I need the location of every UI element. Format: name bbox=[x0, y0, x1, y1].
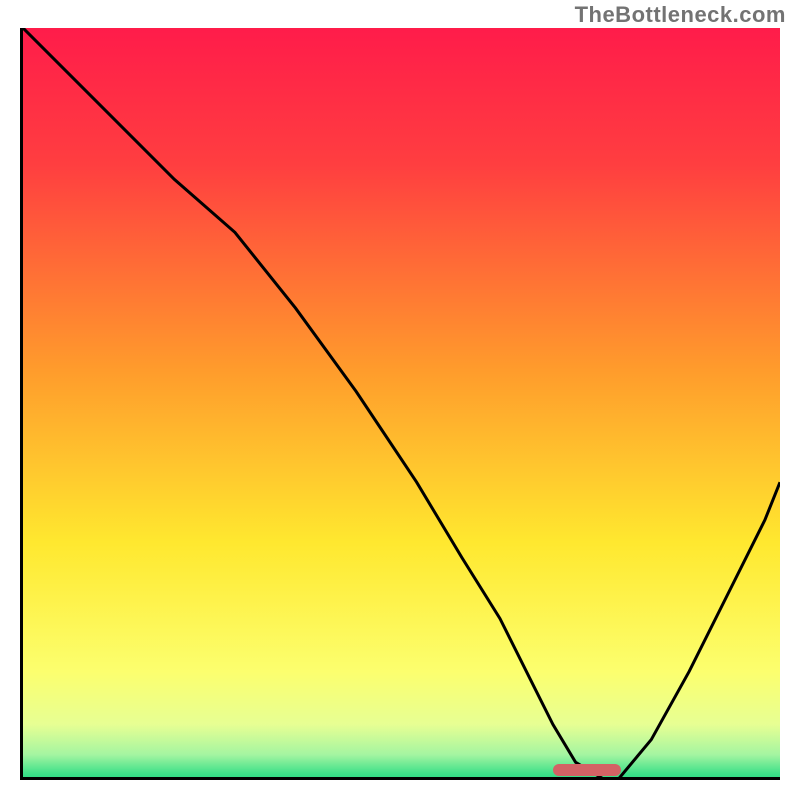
watermark-text: TheBottleneck.com bbox=[575, 2, 786, 28]
bottleneck-curve bbox=[23, 28, 780, 780]
chart-container bbox=[20, 28, 780, 780]
trough-indicator-bar bbox=[553, 764, 621, 776]
